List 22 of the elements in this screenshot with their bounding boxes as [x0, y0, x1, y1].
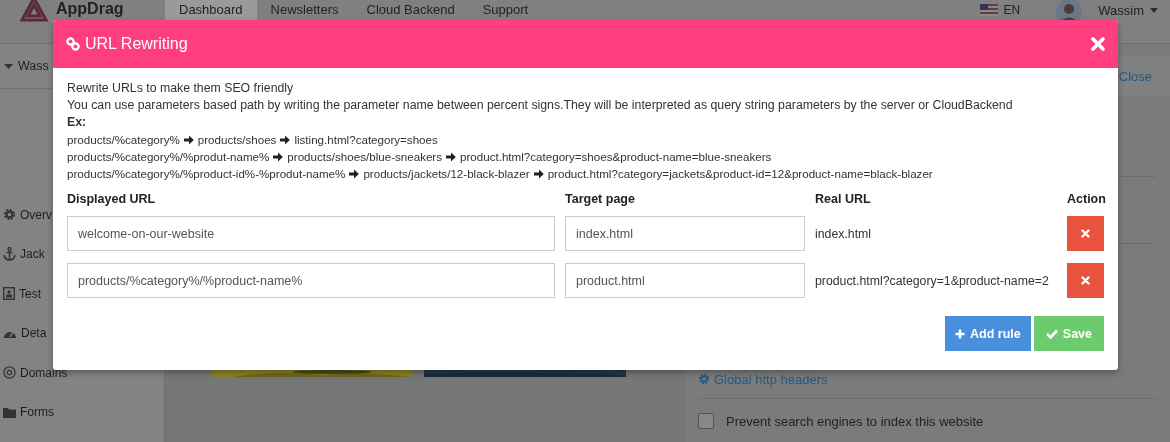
example-path: product.html?category=shoes&product-name=blue-sneakers [460, 149, 772, 165]
project-name: Wass [18, 59, 49, 73]
example-path: products/%category%/%product-id%-%produt-name% [67, 166, 346, 182]
column-header: Real URL [815, 192, 872, 206]
example-path: products/jackets/12-black-blazer [363, 166, 530, 182]
modal-title: URL Rewriting [85, 35, 188, 53]
logo-text: AppDrag [56, 0, 124, 18]
example-path: products/shoes/blue-sneakers [287, 149, 443, 165]
real-url: product.html?category=1&product-name=2 [815, 273, 1050, 288]
column-header: Displayed URL [67, 192, 157, 206]
intro-text: Rewrite URLs to make them SEO friendly [67, 80, 295, 97]
example-path: listing.html?category=shoes [294, 132, 438, 148]
column-header: Target page [565, 192, 636, 206]
real-url: index.html [815, 226, 873, 241]
intro-text: You can use parameters based path by writing the parameter name between percent signs.They will be interpreted as query string parameters by the server or CloudBackend [67, 97, 1014, 114]
examples-label: Ex: [67, 114, 88, 131]
example-path: products/shoes [197, 132, 277, 148]
example-path: products/%category% [67, 132, 180, 148]
checkbox-label: Prevent search engines to index this website [726, 413, 984, 429]
example-path: product.html?category=jackets&product-id=12&product-name=black-blazer [547, 166, 933, 182]
example-path: products/%category%/%produt-name% [67, 149, 270, 165]
column-header: Action [1067, 192, 1104, 206]
